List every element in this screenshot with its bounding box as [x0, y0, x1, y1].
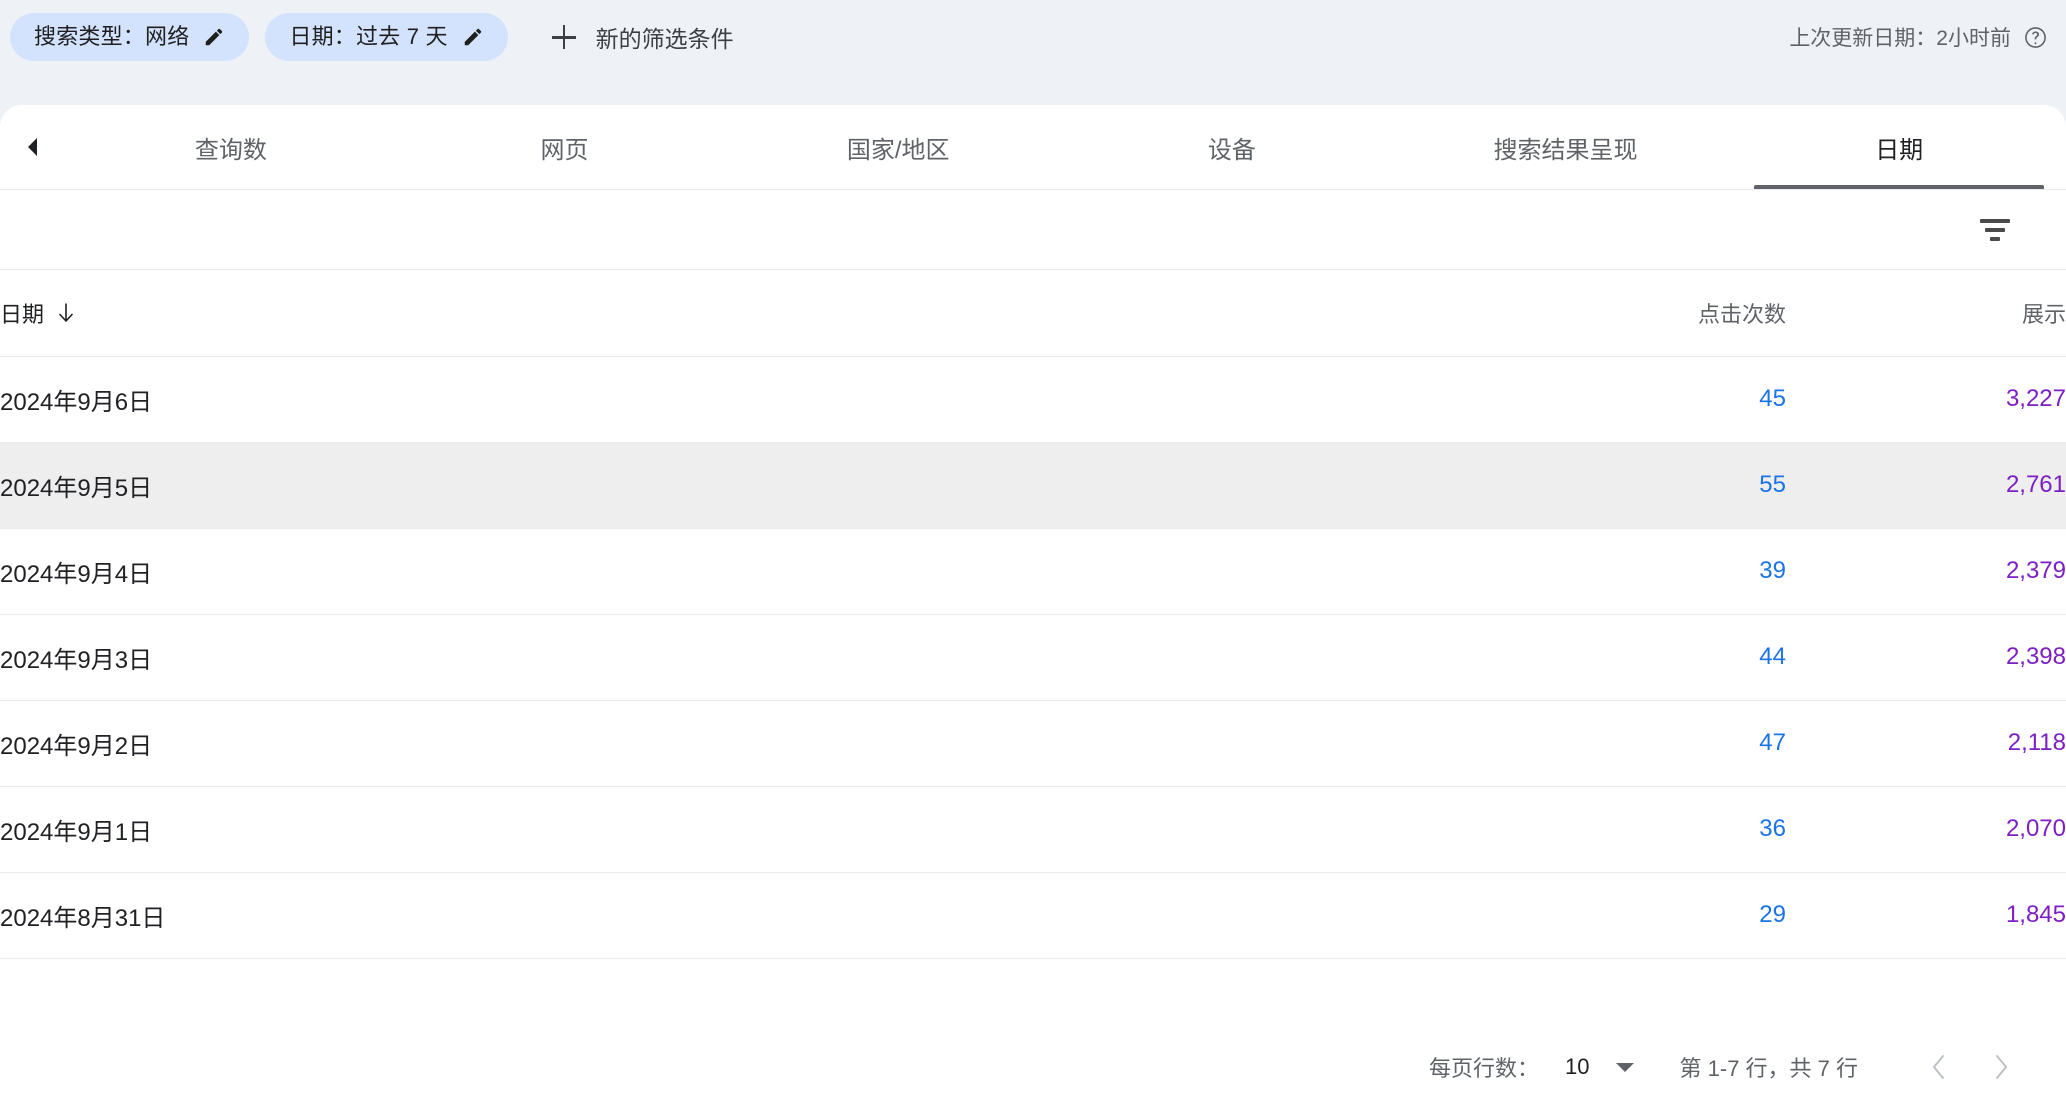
cell-date: 2024年9月4日: [0, 528, 1486, 615]
cell-clicks: 55: [1486, 442, 1786, 529]
table-row[interactable]: 2024年9月6日 45 3,227: [0, 356, 2066, 443]
tab-label: 查询数: [194, 136, 267, 164]
filter-chip-search-type-label: 搜索类型：网络: [34, 24, 190, 49]
cell-date: 2024年9月6日: [0, 356, 1486, 443]
table-row[interactable]: 2024年9月4日 39 2,379: [0, 528, 2066, 615]
tab-pages[interactable]: 网页: [398, 105, 732, 189]
chevron-right-icon: [1996, 1055, 2007, 1079]
cell-impressions: 2,070: [1786, 786, 2066, 873]
filter-bar-3: [1990, 236, 2000, 241]
table-body: 2024年9月6日 45 3,227 2024年9月5日 55 2,761 2024年9月4…: [0, 356, 2066, 959]
column-header-date-label: 日期: [0, 301, 45, 327]
rows-per-page-select[interactable]: 10: [1565, 1054, 1634, 1080]
column-header-clicks[interactable]: 点击次数: [1486, 270, 1786, 357]
cell-clicks: 45: [1486, 356, 1786, 443]
cell-impressions: 2,379: [1786, 528, 2066, 615]
column-header-date[interactable]: 日期: [0, 270, 1486, 357]
cell-impressions: 2,118: [1786, 700, 2066, 787]
tab-queries[interactable]: 查询数: [64, 105, 398, 189]
tab-bar: 查询数 网页 国家/地区 设备 搜索结果呈现 日期: [0, 105, 2066, 190]
tabs-scroll-left-button[interactable]: [0, 105, 64, 189]
pencil-icon[interactable]: [203, 26, 225, 48]
tab-label: 国家/地区: [846, 136, 950, 164]
cell-clicks: 44: [1486, 614, 1786, 701]
performance-table: 日期 点击次数 展示 2024年9月6日 45 3,227 2024年9月5日 …: [0, 270, 2066, 959]
last-update-label: 上次更新日期：2小时前: [1789, 27, 2011, 50]
column-header-impressions[interactable]: 展示: [1786, 270, 2066, 357]
last-update-status: 上次更新日期：2小时前: [1789, 22, 2048, 52]
tab-search-appearance[interactable]: 搜索结果呈现: [1399, 105, 1733, 189]
table-row[interactable]: 2024年9月5日 55 2,761: [0, 442, 2066, 529]
filter-chip-search-type[interactable]: 搜索类型：网络: [10, 13, 250, 61]
help-icon[interactable]: [2023, 25, 2048, 50]
filter-chip-date[interactable]: 日期：过去 7 天: [265, 13, 508, 61]
pagination-range-label: 第 1-7 行，共 7 行: [1679, 1056, 1858, 1081]
table-head: 日期 点击次数 展示: [0, 270, 2066, 357]
cell-clicks: 36: [1486, 786, 1786, 873]
table-row[interactable]: 2024年8月31日 29 1,845: [0, 872, 2066, 959]
filter-bar: 搜索类型：网络 日期：过去 7 天 新的筛选条件 上次更新日期：2小时前: [0, 0, 2066, 74]
cell-date: 2024年9月3日: [0, 614, 1486, 701]
cell-date: 2024年9月1日: [0, 786, 1486, 873]
previous-page-button[interactable]: [1908, 1036, 1970, 1098]
tab-label: 网页: [540, 136, 589, 164]
table-pagination: 每页行数： 10 第 1-7 行，共 7 行: [0, 1020, 2066, 1114]
new-filter-label: 新的筛选条件: [595, 26, 734, 52]
filter-chip-date-label: 日期：过去 7 天: [289, 24, 448, 49]
chevron-left-icon: [28, 138, 37, 156]
cell-impressions: 3,227: [1786, 356, 2066, 443]
table-toolbar: [0, 190, 2066, 270]
filter-bar-1: [1980, 218, 2010, 223]
table-header-row: 日期 点击次数 展示: [0, 270, 2066, 357]
new-filter-button[interactable]: 新的筛选条件: [542, 13, 744, 61]
cell-date: 2024年8月31日: [0, 872, 1486, 959]
tab-devices[interactable]: 设备: [1065, 105, 1399, 189]
rows-per-page-value: 10: [1565, 1054, 1590, 1079]
filter-bar-2: [1985, 227, 2005, 232]
rows-per-page-label: 每页行数：: [1429, 1056, 1540, 1081]
cell-impressions: 1,845: [1786, 872, 2066, 959]
cell-impressions: 2,398: [1786, 614, 2066, 701]
chevron-left-icon: [1933, 1055, 1944, 1079]
tab-label: 日期: [1875, 136, 1924, 164]
tab-dates[interactable]: 日期: [1732, 105, 2066, 189]
pencil-icon[interactable]: [462, 26, 484, 48]
table-row[interactable]: 2024年9月2日 47 2,118: [0, 700, 2066, 787]
cell-clicks: 29: [1486, 872, 1786, 959]
cell-impressions: 2,761: [1786, 442, 2066, 529]
chevron-down-icon: [1615, 1062, 1634, 1072]
report-card: 查询数 网页 国家/地区 设备 搜索结果呈现 日期 日期 点击次数 展示 202…: [0, 105, 2066, 1114]
tab-label: 设备: [1207, 136, 1256, 164]
next-page-button[interactable]: [1970, 1036, 2032, 1098]
tabs: 查询数 网页 国家/地区 设备 搜索结果呈现 日期: [64, 105, 2066, 189]
table-row[interactable]: 2024年9月1日 36 2,070: [0, 786, 2066, 873]
cell-date: 2024年9月5日: [0, 442, 1486, 529]
sort-descending-icon: [56, 302, 76, 324]
plus-icon: [551, 25, 576, 49]
column-header-impressions-label: 展示: [2021, 301, 2066, 327]
filter-list-icon[interactable]: [1978, 213, 2012, 247]
tab-label: 搜索结果呈现: [1493, 136, 1638, 164]
tab-countries[interactable]: 国家/地区: [731, 105, 1065, 189]
cell-clicks: 47: [1486, 700, 1786, 787]
cell-clicks: 39: [1486, 528, 1786, 615]
table-row[interactable]: 2024年9月3日 44 2,398: [0, 614, 2066, 701]
column-header-clicks-label: 点击次数: [1697, 301, 1786, 327]
cell-date: 2024年9月2日: [0, 700, 1486, 787]
